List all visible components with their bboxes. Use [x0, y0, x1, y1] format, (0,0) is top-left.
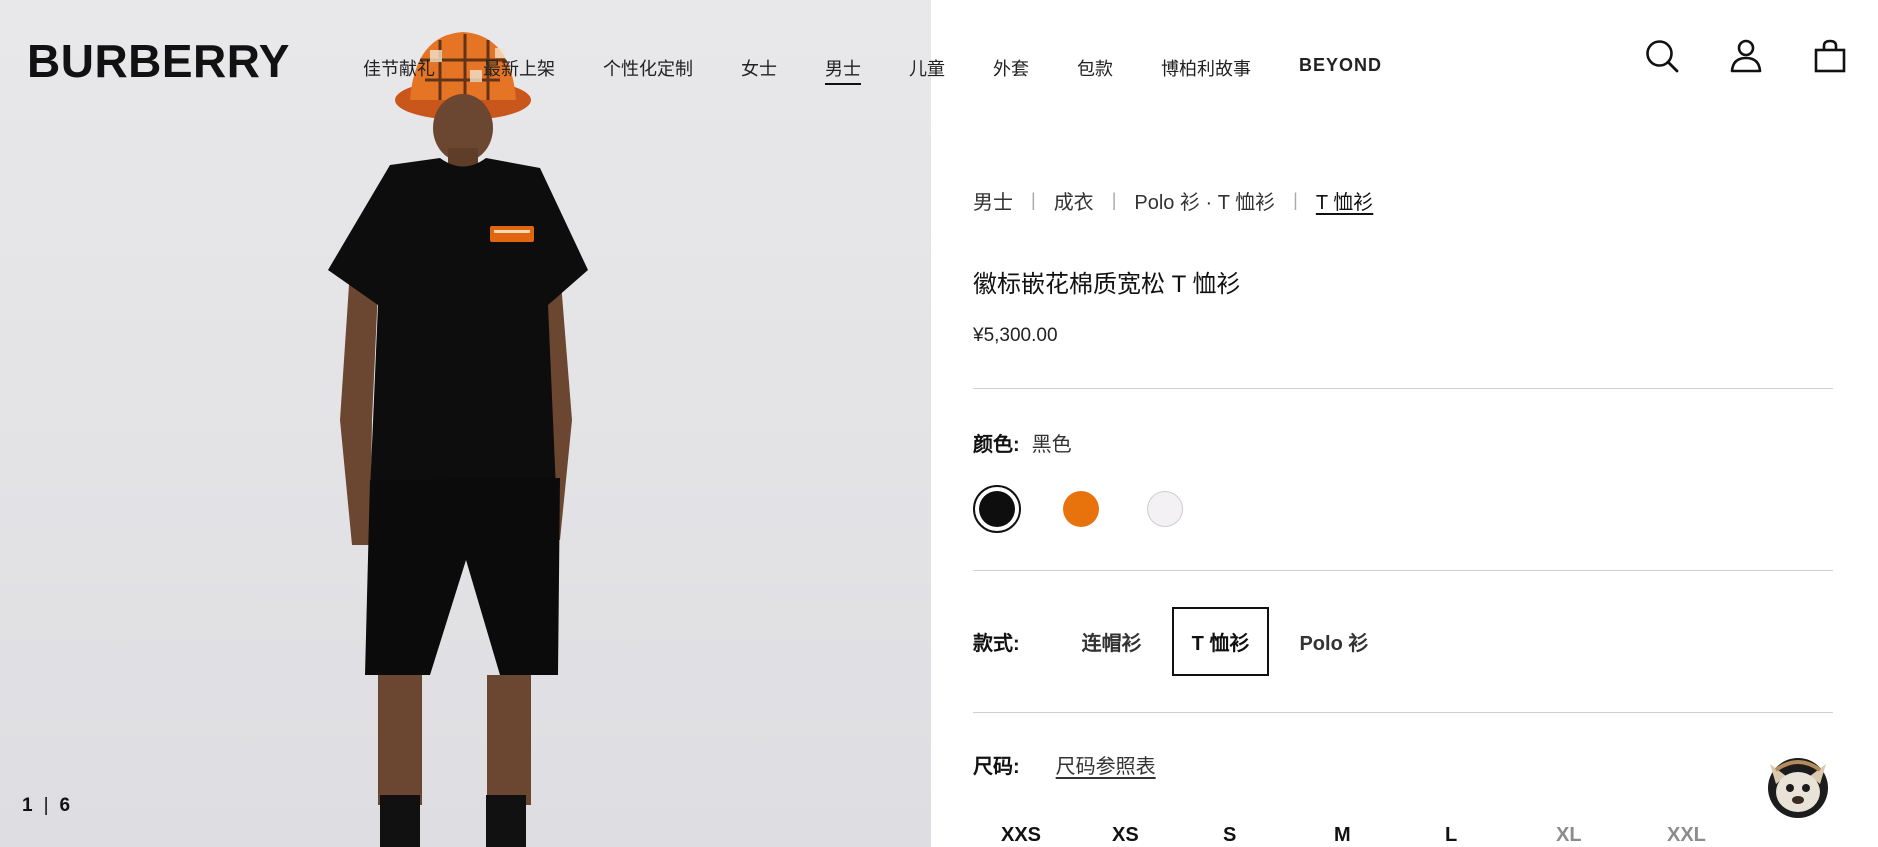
- nav-item-gifts[interactable]: 佳节献礼: [363, 55, 435, 85]
- divider: [973, 712, 1833, 713]
- swatch-dot: [979, 491, 1015, 527]
- image-counter-total: 6: [59, 795, 72, 816]
- brand-logo[interactable]: BURBERRY: [27, 34, 290, 88]
- style-option-polo[interactable]: Polo 衫: [1279, 607, 1388, 676]
- breadcrumb-tshirts[interactable]: T 恤衫: [1316, 186, 1373, 215]
- swatch-dot: [1063, 491, 1099, 527]
- nav-item-women[interactable]: 女士: [741, 55, 777, 85]
- nav-item-children[interactable]: 儿童: [909, 55, 945, 85]
- divider: [973, 388, 1833, 389]
- size-selector: 尺码: 尺码参照表: [973, 750, 1156, 779]
- product-detail: 男士 | 成衣 | Polo 衫 · T 恤衫 | T 恤衫 徽标嵌花棉质宽松 …: [973, 0, 1833, 847]
- style-label: 款式:: [973, 633, 1020, 655]
- image-counter-current: 1: [22, 795, 34, 816]
- divider: [973, 570, 1833, 571]
- breadcrumb-clothing[interactable]: 成衣: [1054, 186, 1094, 215]
- nav-item-new-arrivals[interactable]: 最新上架: [483, 55, 555, 85]
- chat-assistant-icon[interactable]: [1762, 750, 1834, 822]
- style-selector: 款式: 连帽衫 T 恤衫 Polo 衫: [973, 607, 1398, 676]
- size-label: 尺码:: [973, 756, 1020, 778]
- size-guide-link[interactable]: 尺码参照表: [1056, 750, 1156, 779]
- breadcrumb-men[interactable]: 男士: [973, 186, 1013, 215]
- model-photo: [328, 32, 588, 847]
- color-label: 颜色:: [973, 434, 1020, 456]
- size-option-xxs[interactable]: XXS: [1001, 824, 1112, 847]
- color-selector: 颜色: 黑色: [973, 428, 1072, 457]
- product-price: ¥5,300.00: [973, 325, 1058, 346]
- color-swatch-orange[interactable]: [1057, 485, 1105, 533]
- nav-item-personalisation[interactable]: 个性化定制: [603, 55, 693, 85]
- size-option-xxl[interactable]: XXL: [1667, 824, 1778, 847]
- size-option-xl[interactable]: XL: [1556, 824, 1667, 847]
- size-option-xs[interactable]: XS: [1112, 824, 1223, 847]
- style-option-hoodie[interactable]: 连帽衫: [1062, 607, 1162, 676]
- color-swatch-white[interactable]: [1141, 485, 1189, 533]
- product-title: 徽标嵌花棉质宽松 T 恤衫: [973, 271, 1241, 298]
- swatch-dot: [1147, 491, 1183, 527]
- size-options: XXS XS S M L XL XXL: [1001, 824, 1778, 847]
- image-counter: 1 | 6: [22, 795, 71, 817]
- size-option-s[interactable]: S: [1223, 824, 1334, 847]
- color-swatch-black[interactable]: [973, 485, 1021, 533]
- color-swatches: [973, 485, 1189, 533]
- style-option-tshirt[interactable]: T 恤衫: [1171, 607, 1270, 676]
- image-counter-separator: |: [43, 795, 50, 816]
- breadcrumb-polos-tshirts[interactable]: Polo 衫 · T 恤衫: [1134, 186, 1275, 215]
- product-image[interactable]: 1 | 6: [0, 0, 931, 847]
- nav-item-men[interactable]: 男士: [825, 55, 861, 85]
- color-value: 黑色: [1031, 434, 1072, 456]
- size-option-l[interactable]: L: [1445, 824, 1556, 847]
- breadcrumb: 男士 | 成衣 | Polo 衫 · T 恤衫 | T 恤衫: [973, 186, 1373, 215]
- size-option-m[interactable]: M: [1334, 824, 1445, 847]
